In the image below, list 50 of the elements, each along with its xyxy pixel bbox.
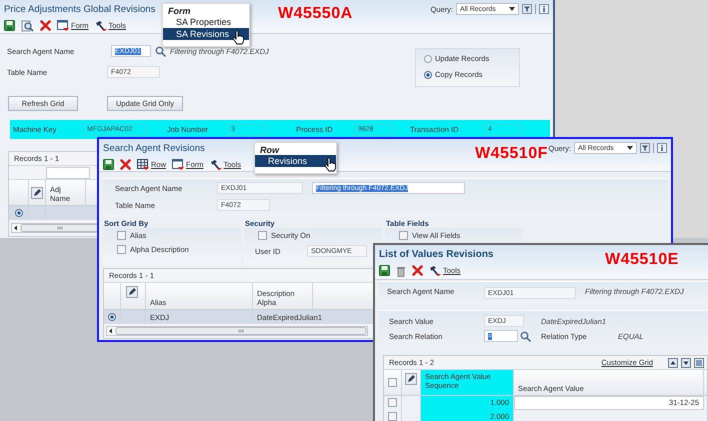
save-icon[interactable] — [379, 265, 390, 276]
checkbox[interactable] — [258, 231, 267, 240]
info-icon[interactable] — [657, 143, 667, 153]
radio-button[interactable] — [14, 209, 22, 217]
radio-button[interactable] — [424, 70, 432, 78]
window-icon[interactable] — [694, 358, 704, 368]
menu-item[interactable]: SA Revisions — [163, 28, 249, 40]
form-id-label: W45550A — [278, 5, 353, 23]
find-icon[interactable] — [21, 20, 34, 32]
save-icon[interactable] — [103, 159, 114, 170]
info-icon[interactable] — [539, 4, 549, 14]
window-title: List of Values Revisions — [379, 248, 494, 260]
window-title: Search Agent Revisions — [103, 142, 205, 154]
hammer-icon — [429, 265, 441, 276]
form-id-label: W45510E — [605, 251, 679, 269]
pencil-icon — [405, 373, 417, 385]
row-checkbox[interactable] — [388, 398, 397, 408]
form-id-label: W45510F — [475, 145, 548, 163]
table-icon — [137, 159, 149, 170]
select-all-checkbox[interactable] — [388, 378, 397, 387]
filter-icon[interactable] — [522, 4, 532, 14]
menu-item[interactable]: SA Properties — [163, 16, 249, 28]
pencil-icon — [126, 286, 138, 298]
menu-heading: Row — [259, 145, 280, 155]
delete-icon[interactable] — [412, 265, 423, 276]
scrollbar[interactable] — [106, 326, 368, 336]
delete-icon[interactable] — [120, 159, 131, 170]
window-title: Price Adjustments Global Revisions — [4, 4, 156, 14]
pencil-icon — [31, 186, 43, 198]
delete-icon[interactable] — [40, 20, 51, 31]
radio-button[interactable] — [424, 54, 432, 62]
save-icon[interactable] — [4, 20, 15, 31]
window-icon — [172, 159, 184, 170]
hammer-icon — [210, 159, 222, 170]
radio-button[interactable] — [108, 313, 116, 321]
filter-icon[interactable] — [640, 143, 650, 153]
row-checkbox[interactable] — [388, 412, 397, 421]
menu-heading: Form — [167, 6, 192, 16]
hammer-icon — [94, 20, 106, 31]
search-icon[interactable] — [155, 46, 166, 56]
checkbox[interactable] — [117, 231, 126, 240]
checkbox[interactable] — [399, 231, 408, 240]
upload-icon[interactable] — [668, 358, 678, 368]
search-icon[interactable] — [520, 330, 531, 342]
window-icon — [57, 20, 69, 31]
trash-icon[interactable] — [396, 264, 406, 276]
menu-item[interactable]: Revisions — [255, 155, 336, 167]
download-icon[interactable] — [681, 358, 691, 368]
checkbox[interactable] — [117, 245, 126, 254]
filter-field[interactable] — [46, 166, 90, 178]
